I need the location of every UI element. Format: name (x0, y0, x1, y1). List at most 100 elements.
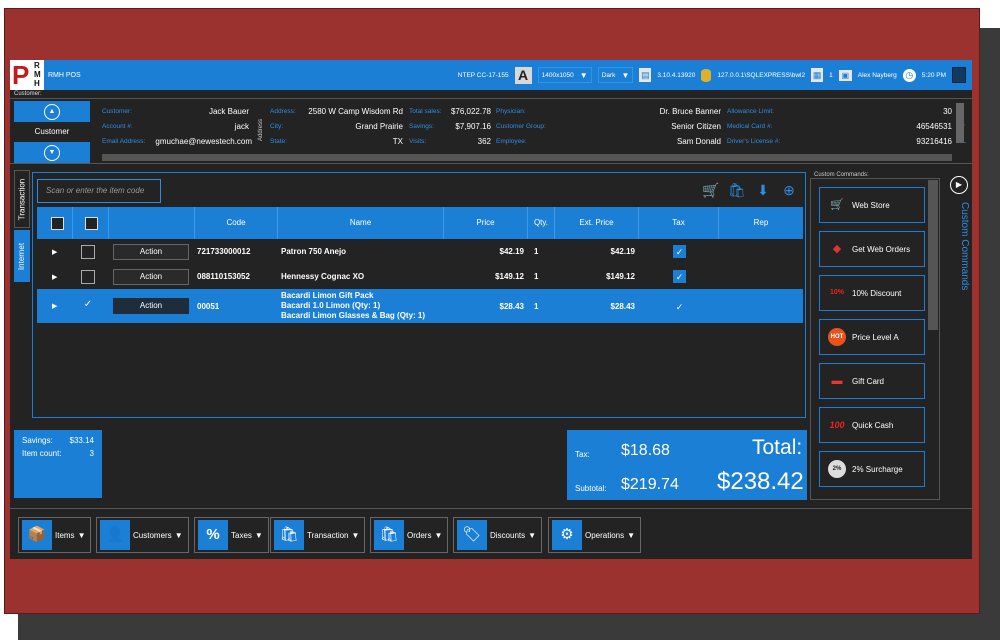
cmd-quick-cash[interactable]: 100 Quick Cash (819, 407, 925, 443)
tab-transaction[interactable]: Transaction (14, 170, 30, 228)
customer-prev-button[interactable]: ▲ (14, 101, 90, 122)
row-checkbox-cell (81, 264, 95, 289)
menu-label: Items (55, 530, 75, 540)
field-value: Grand Prairie (355, 121, 403, 131)
field-label: State: (270, 137, 287, 145)
chevron-down-icon: ▼ (627, 530, 636, 540)
item-code: 721733000012 (197, 247, 251, 256)
customer-section-label: Customer: (14, 91, 42, 97)
expand-arrow-icon[interactable]: ▶ (52, 289, 57, 323)
menu-transaction-button[interactable]: 🛍 Transaction ▼ (270, 517, 366, 553)
field-visits: Visits: 362 (409, 135, 491, 147)
field-employee: Employee: Sam Donald (496, 135, 721, 147)
tab-internet[interactable]: Internet (14, 230, 30, 282)
table-row[interactable]: ▶ Action 721733000012 Patron 750 Anejo $… (37, 239, 803, 264)
field-savings: Savings: $7,907.16 (409, 120, 491, 132)
item-qty: 1 (534, 247, 539, 256)
theme-dropdown[interactable]: Dark ▼ (597, 67, 634, 83)
discount-icon: 10% (829, 289, 844, 296)
action-button[interactable]: Action (113, 243, 189, 260)
cmd-label: Web Store (852, 200, 890, 210)
field-label: Customer Group: (496, 122, 546, 130)
action-cell: Action (113, 289, 189, 323)
header-code[interactable]: Code (195, 207, 278, 239)
customer-nav-label[interactable]: Customer (14, 122, 90, 142)
tax-checkbox[interactable]: ✓ (673, 299, 686, 313)
field-label: Medical Card #: (727, 122, 773, 130)
header-rep[interactable]: Rep (719, 207, 803, 239)
item-qty: 1 (534, 272, 539, 281)
header-ext-price[interactable]: Ext. Price (555, 207, 639, 239)
chevron-down-icon: ▼ (351, 530, 360, 540)
customer-vertical-scrollbar[interactable] (956, 103, 964, 143)
expand-arrow-icon[interactable]: ▶ (52, 239, 57, 264)
header-price[interactable]: Price (444, 207, 528, 239)
item-name: Patron 750 Anejo (281, 247, 347, 256)
chevron-down-icon: ▼ (579, 70, 588, 80)
menu-discounts-button[interactable]: 🏷 Discounts ▼ (453, 517, 543, 553)
download-icon[interactable]: ⬇ (753, 180, 773, 200)
item-count-label: Item count: (22, 449, 62, 458)
header-qty[interactable]: Qty. (528, 207, 555, 239)
menu-operations-button[interactable]: ⚙ Operations ▼ (548, 517, 642, 553)
scan-input[interactable]: Scan or enter the item code (37, 179, 161, 203)
item-qty: 1 (534, 301, 539, 311)
action-button[interactable]: Action (113, 298, 189, 314)
user-name[interactable]: Alex Nayberg (858, 72, 897, 79)
window-toggle-icon[interactable] (952, 67, 966, 83)
field-drivers-license: Driver's License #: 93216416 (727, 135, 952, 147)
row-checkbox[interactable] (81, 244, 95, 259)
server-text: 127.0.0.1\SQLEXPRESS\bwl2 (717, 71, 806, 79)
status-area: NTEP CC-17-155 A 1400x1050 ▼ Dark ▼ ▤ 3.… (458, 60, 966, 90)
row-checkbox-checked[interactable]: ✓ (81, 299, 95, 313)
tax-value: $18.68 (621, 442, 670, 459)
tax-checkbox[interactable]: ✓ (673, 245, 686, 258)
savings-summary: Savings: $33.14 Item count: 3 (14, 430, 102, 498)
field-label: Email Address: (102, 137, 146, 145)
cmd-price-level-a[interactable]: HOT Price Level A (819, 319, 925, 355)
row-checkbox[interactable] (81, 269, 95, 284)
user-card-icon[interactable]: ▣ (838, 69, 852, 81)
expand-arrow-icon[interactable]: ▶ (52, 264, 57, 289)
menu-label: Transaction (307, 530, 349, 540)
customer-next-button[interactable]: ▼ (14, 142, 90, 163)
field-customer: Customer: Jack Bauer (102, 105, 249, 117)
table-row-selected[interactable]: ▶ ✓ Action 00051 Bacardi Limon Gift Pack… (37, 289, 803, 323)
table-row[interactable]: ▶ Action 088110153052 Hennessy Cognac XO… (37, 264, 803, 289)
custom-commands-scrollbar[interactable] (928, 180, 938, 330)
field-allowance-limit: Allowance Limit: 30 (727, 105, 952, 117)
play-icon[interactable]: ▶ (950, 176, 968, 194)
items-icon: 📦 (22, 520, 52, 550)
action-button[interactable]: Action (113, 268, 189, 285)
field-value: Sam Donald (676, 136, 721, 146)
menu-items-button[interactable]: 📦 Items ▼ (18, 517, 92, 553)
register-icon[interactable]: ▦ (811, 68, 824, 82)
menu-orders-button[interactable]: 🛍 Orders ▼ (370, 517, 449, 553)
cmd-web-store[interactable]: 🛒 Web Store (819, 187, 925, 223)
cmd-label: Get Web Orders (852, 244, 911, 254)
cmd-2-surcharge[interactable]: 2% 2% Surcharge (819, 451, 925, 487)
menu-taxes-button[interactable]: % Taxes ▼ (194, 517, 269, 553)
bottom-menu-bar: 📦 Items ▼ 👤 Customers ▼ % Taxes ▼ 🛍 Tran… (10, 508, 972, 559)
menu-customers-button[interactable]: 👤 Customers ▼ (96, 517, 189, 553)
add-item-icon[interactable]: ⊕ (779, 180, 799, 200)
customer-horizontal-scrollbar[interactable] (102, 154, 952, 161)
cmd-10-discount[interactable]: 10% 10% Discount (819, 275, 925, 311)
bag-icon[interactable]: 🛍 (727, 180, 747, 200)
cmd-gift-card[interactable]: ▬ Gift Card (819, 363, 925, 399)
transaction-panel: Scan or enter the item code 🛒 🛍 ⬇ ⊕ Code… (32, 172, 806, 418)
subtotal-label: Subtotal: (575, 484, 607, 493)
resolution-dropdown[interactable]: 1400x1050 ▼ (537, 67, 592, 83)
arrow-down-icon: ▼ (44, 144, 60, 161)
header-name[interactable]: Name (278, 207, 444, 239)
field-label: City: (270, 122, 283, 130)
tax-checkbox[interactable]: ✓ (673, 270, 686, 283)
cmd-get-web-orders[interactable]: ◆ Get Web Orders (819, 231, 925, 267)
chevron-down-icon: ▼ (254, 530, 263, 540)
header-tax[interactable]: Tax (639, 207, 719, 239)
logo-rmh: R M H (34, 61, 41, 88)
menu-label: Taxes (231, 530, 252, 540)
side-tabs: Transaction Internet (14, 170, 30, 418)
cart-warning-icon[interactable]: 🛒 (701, 180, 721, 200)
font-size-icon[interactable]: A (514, 66, 532, 84)
